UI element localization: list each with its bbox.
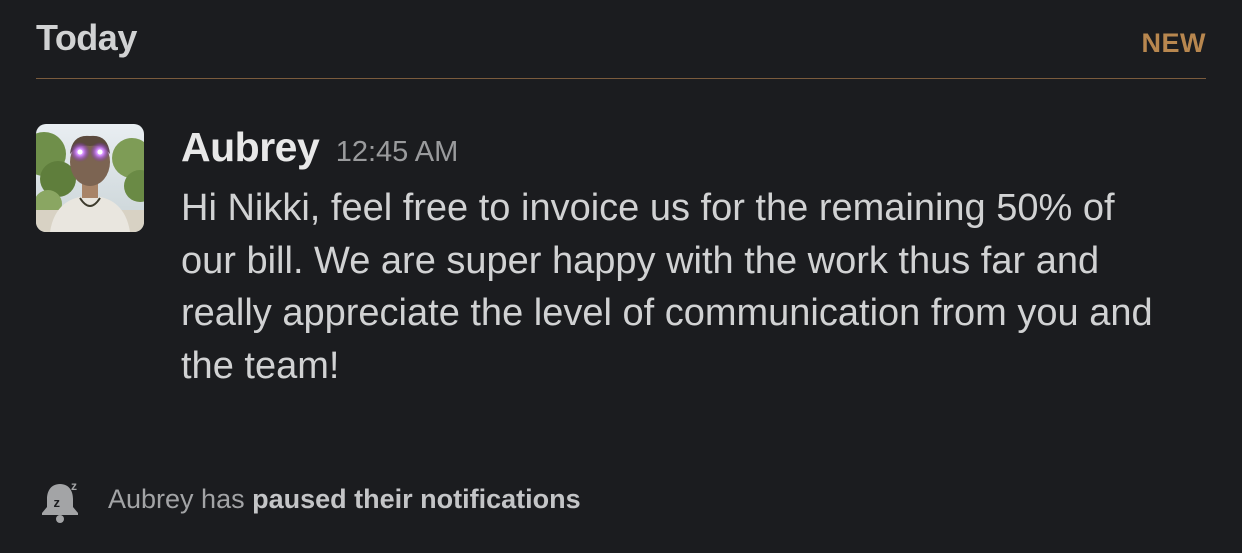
day-divider: Today NEW	[36, 0, 1206, 79]
message-header: Aubrey 12:45 AM	[181, 124, 1201, 176]
svg-text:z: z	[71, 479, 77, 493]
message-body: Aubrey 12:45 AM Hi Nikki, feel free to i…	[181, 124, 1201, 392]
notice-prefix: Aubrey has	[108, 484, 253, 514]
svg-text:z: z	[54, 495, 61, 510]
day-divider-title: Today	[36, 17, 137, 58]
user-photo-avatar-icon	[36, 124, 144, 232]
new-messages-badge: NEW	[1141, 28, 1206, 58]
notice-text: Aubrey has paused their notifications	[108, 484, 581, 515]
message-timestamp[interactable]: 12:45 AM	[336, 136, 459, 168]
message-text: Hi Nikki, feel free to invoice us for th…	[181, 187, 1153, 387]
author-name[interactable]: Aubrey	[181, 124, 320, 170]
avatar[interactable]	[36, 124, 144, 232]
notice-emphasis: paused their notifications	[252, 484, 581, 514]
bell-snooze-icon: z z	[38, 476, 86, 524]
